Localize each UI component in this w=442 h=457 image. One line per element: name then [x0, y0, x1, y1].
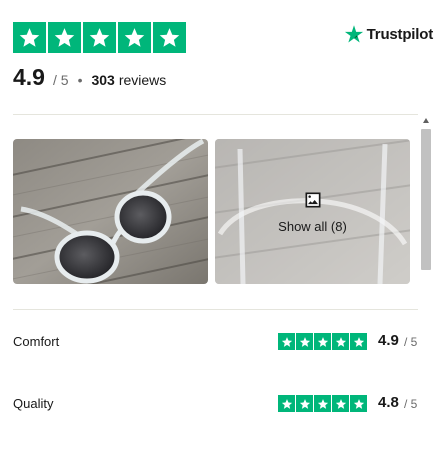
review-photo-sunglasses[interactable] [13, 139, 208, 284]
category-score-max: / 5 [404, 397, 418, 411]
category-rating-quality: Quality 4.8 / 5 [13, 394, 418, 414]
show-all-overlay[interactable]: Show all (8) [215, 139, 410, 284]
category-score-max: / 5 [404, 335, 418, 349]
star-icon [278, 333, 295, 350]
trustpilot-logo[interactable]: Trustpilot [344, 24, 433, 44]
star-icon [332, 395, 349, 412]
rating-header: Trustpilot 4.9 / 5 • 303 reviews [13, 22, 433, 92]
star-icon [350, 333, 367, 350]
star-icon [314, 395, 331, 412]
show-all-label[interactable]: Show all (8) [278, 219, 347, 234]
scrollbar[interactable] [420, 116, 432, 457]
review-count[interactable]: 303 [91, 72, 114, 88]
category-rating-comfort: Comfort 4.9 / 5 [13, 332, 418, 352]
trustpilot-wordmark: Trustpilot [366, 25, 434, 43]
star-icon [296, 395, 313, 412]
star-icon [83, 22, 116, 53]
category-star-rating [278, 333, 367, 350]
star-icon [48, 22, 81, 53]
star-icon [332, 333, 349, 350]
overall-star-rating [13, 22, 186, 53]
category-score: 4.9 [378, 332, 399, 349]
star-icon [296, 333, 313, 350]
star-icon [278, 395, 295, 412]
star-icon [153, 22, 186, 53]
scrollbar-thumb[interactable] [421, 129, 431, 270]
star-icon [118, 22, 151, 53]
show-all-photos-tile[interactable]: Show all (8) [215, 139, 410, 284]
star-icon [350, 395, 367, 412]
rating-summary: 4.9 / 5 • 303 reviews [13, 64, 166, 91]
scroll-up-arrow-icon[interactable] [423, 118, 429, 123]
score-max: / 5 [52, 72, 69, 88]
review-count-label[interactable]: reviews [119, 72, 166, 88]
image-icon [303, 190, 323, 210]
trustpilot-star-icon [344, 24, 364, 44]
star-icon [314, 333, 331, 350]
category-label: Comfort [13, 334, 60, 349]
overall-score: 4.9 [13, 64, 45, 90]
divider [13, 309, 418, 310]
category-star-rating [278, 395, 367, 412]
separator-dot: • [77, 72, 83, 88]
star-icon [13, 22, 46, 53]
category-score: 4.8 [378, 394, 399, 411]
divider [13, 114, 418, 115]
category-label: Quality [13, 396, 54, 411]
